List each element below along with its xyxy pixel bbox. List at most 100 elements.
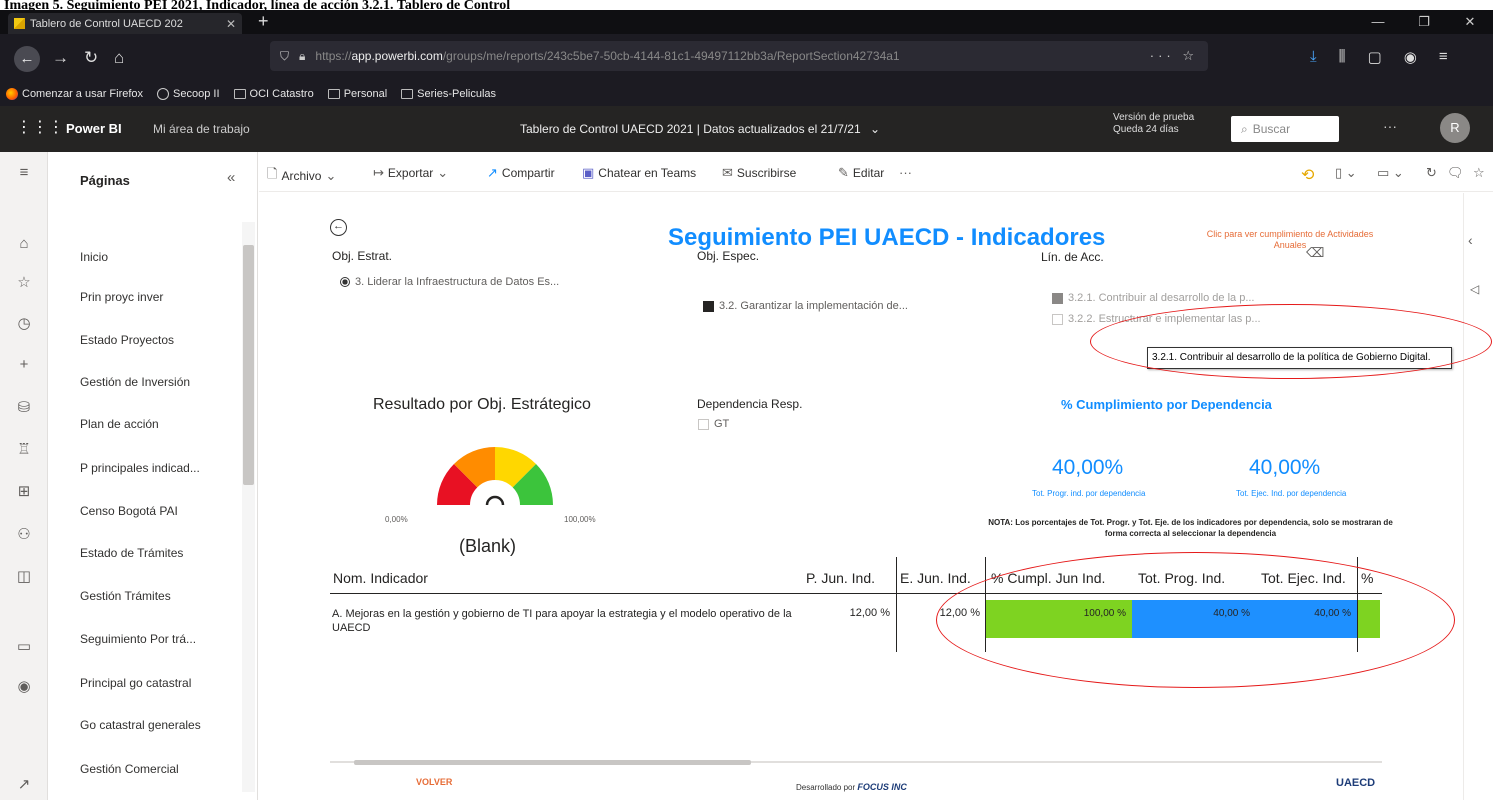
file-menu[interactable]: 🗋︎ Archivo ⌄ — [267, 165, 336, 187]
pages-scrollbar-thumb[interactable] — [243, 245, 254, 485]
home-icon[interactable]: ⌂ — [114, 48, 124, 68]
share-button[interactable]: ↗ Compartir — [487, 165, 555, 181]
minimize-icon[interactable]: — — [1355, 10, 1401, 34]
view-menu-icon[interactable]: ▭ ⌄ — [1377, 165, 1404, 181]
page-actions-icon[interactable]: ··· ☆ — [1140, 48, 1198, 64]
folder-icon — [233, 89, 246, 99]
report-title-text: Tablero de Control UAECD 2021 | Datos ac… — [520, 122, 861, 136]
page-item[interactable]: Censo Bogotá PAI — [80, 504, 178, 518]
learn-icon[interactable]: ◫ — [0, 567, 48, 585]
activities-link-button[interactable]: Clic para ver cumplimiento de Actividade… — [1195, 229, 1385, 251]
home-nav-icon[interactable]: ⌂ — [0, 235, 48, 252]
file-label: Archivo — [281, 169, 322, 183]
export-menu[interactable]: ↦ Exportar ⌄ — [373, 165, 448, 181]
page-item[interactable]: Gestión Comercial — [80, 762, 179, 776]
page-item[interactable]: Principal go catastral — [80, 676, 191, 690]
page-item[interactable]: Inicio — [80, 250, 108, 264]
page-item[interactable]: Estado Proyectos — [80, 333, 174, 347]
lin-acc-option-1[interactable]: 3.2.1. Contribuir al desarrollo de la p.… — [1052, 292, 1255, 304]
workspace-link[interactable]: Mi área de trabajo — [153, 122, 250, 136]
powerbi-brand[interactable]: Power BI — [66, 121, 122, 136]
browser-tab[interactable]: Tablero de Control UAECD 202 ✕ — [8, 13, 242, 34]
gauge-value: (Blank) — [459, 536, 517, 556]
page-item[interactable]: Estado de Trámites — [80, 546, 183, 560]
extension-icon[interactable]: ◉ — [1404, 48, 1417, 66]
scrollbar-thumb[interactable] — [354, 760, 751, 765]
expand-icon[interactable]: ↗ — [0, 775, 48, 793]
bookmark-series[interactable]: Series-Peliculas — [401, 88, 496, 100]
back-arrow-icon[interactable]: ← — [14, 46, 40, 72]
edit-label: Editar — [852, 166, 885, 180]
dependencia-option[interactable]: GT — [698, 418, 729, 430]
page-item[interactable]: Prin proyc inver — [80, 290, 163, 304]
forward-arrow-icon[interactable]: → — [52, 48, 69, 68]
trial-notice[interactable]: Versión de prueba Queda 24 días — [1113, 112, 1194, 136]
more-options-icon[interactable]: ··· — [1383, 118, 1397, 134]
refresh-icon[interactable]: ↻ — [1426, 165, 1437, 181]
close-window-icon[interactable]: ✕ — [1447, 10, 1493, 34]
comment-icon[interactable]: 🗨︎ — [1447, 165, 1464, 181]
obj-estrat-option[interactable]: 3. Liderar la Infraestructura de Datos E… — [340, 276, 559, 288]
my-workspace-icon[interactable]: ◉ — [0, 677, 48, 695]
export-label: Exportar — [387, 166, 434, 180]
toolbar-more-icon[interactable]: ··· — [899, 165, 912, 180]
pages-title: Páginas — [80, 173, 130, 188]
col-header-e-jun[interactable]: E. Jun. Ind. — [900, 570, 971, 586]
hamburger-icon[interactable]: ≡ — [0, 164, 48, 181]
bookmark-personal[interactable]: Personal — [327, 88, 387, 100]
page-item[interactable]: Gestión de Inversión — [80, 375, 190, 389]
collapse-pages-icon[interactable]: « — [227, 169, 235, 186]
goals-icon[interactable]: ♖ — [0, 440, 48, 458]
table-horizontal-scrollbar[interactable] — [330, 758, 1382, 766]
edit-button[interactable]: ✎ Editar — [838, 165, 884, 181]
teams-chat-button[interactable]: ▣ Chatear en Teams — [582, 165, 696, 181]
page-item[interactable]: Seguimiento Por trá... — [80, 632, 196, 646]
page-item[interactable]: Gestión Trámites — [80, 589, 171, 603]
bookmark-label: Series-Peliculas — [417, 88, 497, 100]
apps-icon[interactable]: ⊞ — [0, 482, 48, 500]
download-icon[interactable]: ⤓ — [1310, 48, 1317, 66]
datasets-icon[interactable]: ⛁ — [0, 398, 48, 416]
page-item[interactable]: Go catastral generales — [80, 718, 201, 732]
reset-icon[interactable]: ⟲ — [1301, 165, 1314, 185]
lin-acc-value-1: 3.2.1. Contribuir al desarrollo de la p.… — [1068, 292, 1255, 304]
library-icon[interactable]: ⫼ — [1339, 48, 1346, 66]
bookmark-firefox[interactable]: Comenzar a usar Firefox — [6, 88, 143, 100]
dependencia-title: Dependencia Resp. — [697, 397, 803, 411]
create-icon[interactable]: + — [0, 356, 48, 373]
bookmark-view-icon[interactable]: ▯ ⌄ — [1335, 165, 1357, 181]
new-tab-icon[interactable]: + — [258, 12, 269, 30]
page-item[interactable]: Plan de acción — [80, 417, 159, 431]
clear-selection-icon[interactable]: ⌫ — [1306, 245, 1324, 261]
col-header-indicador[interactable]: Nom. Indicador — [333, 570, 428, 586]
favorites-icon[interactable]: ☆ — [0, 273, 48, 291]
menu-icon[interactable]: ≡ — [1439, 48, 1448, 66]
url-bar[interactable]: ⛉ 🔒︎ https://app.powerbi.com/groups/me/r… — [270, 41, 1208, 71]
recent-icon[interactable]: ◷ — [0, 314, 48, 332]
collapse-filters-icon[interactable]: ‹ — [1468, 232, 1473, 248]
favorite-star-icon[interactable]: ☆ — [1473, 165, 1485, 181]
sidebar-icon[interactable]: ▢ — [1368, 48, 1382, 66]
bookmark-oci-catastro[interactable]: OCI Catastro — [233, 88, 314, 100]
reload-icon[interactable]: ↻ — [84, 48, 98, 68]
report-title-dropdown[interactable]: Tablero de Control UAECD 2021 | Datos ac… — [520, 122, 880, 136]
obj-espec-option[interactable]: 3.2. Garantizar la implementación de... — [703, 300, 908, 312]
col-header-p-jun[interactable]: P. Jun. Ind. — [806, 570, 875, 586]
bookmark-label: OCI Catastro — [249, 88, 314, 100]
chevron-down-icon: ⌄ — [325, 168, 337, 183]
volver-button[interactable]: VOLVER — [416, 777, 452, 787]
close-tab-icon[interactable]: ✕ — [226, 17, 236, 31]
workspaces-icon[interactable]: ▭ — [0, 637, 48, 655]
shared-icon[interactable]: ⚇ — [0, 525, 48, 543]
page-item[interactable]: P principales indicad... — [80, 461, 200, 475]
avatar[interactable]: R — [1440, 113, 1470, 143]
obj-estrat-value: 3. Liderar la Infraestructura de Datos E… — [355, 276, 560, 288]
bookmark-secoop[interactable]: Secoop II — [157, 88, 220, 100]
report-back-button[interactable]: ← — [330, 219, 347, 236]
subscribe-button[interactable]: ✉ Suscribirse — [722, 165, 796, 181]
search-input[interactable]: ⌕ Buscar — [1231, 116, 1339, 142]
maximize-icon[interactable]: ❐ — [1401, 10, 1447, 34]
search-placeholder: Buscar — [1252, 122, 1291, 136]
filters-icon[interactable]: ◁ — [1470, 282, 1479, 296]
app-launcher-icon[interactable]: ⋮⋮⋮ — [16, 120, 64, 136]
